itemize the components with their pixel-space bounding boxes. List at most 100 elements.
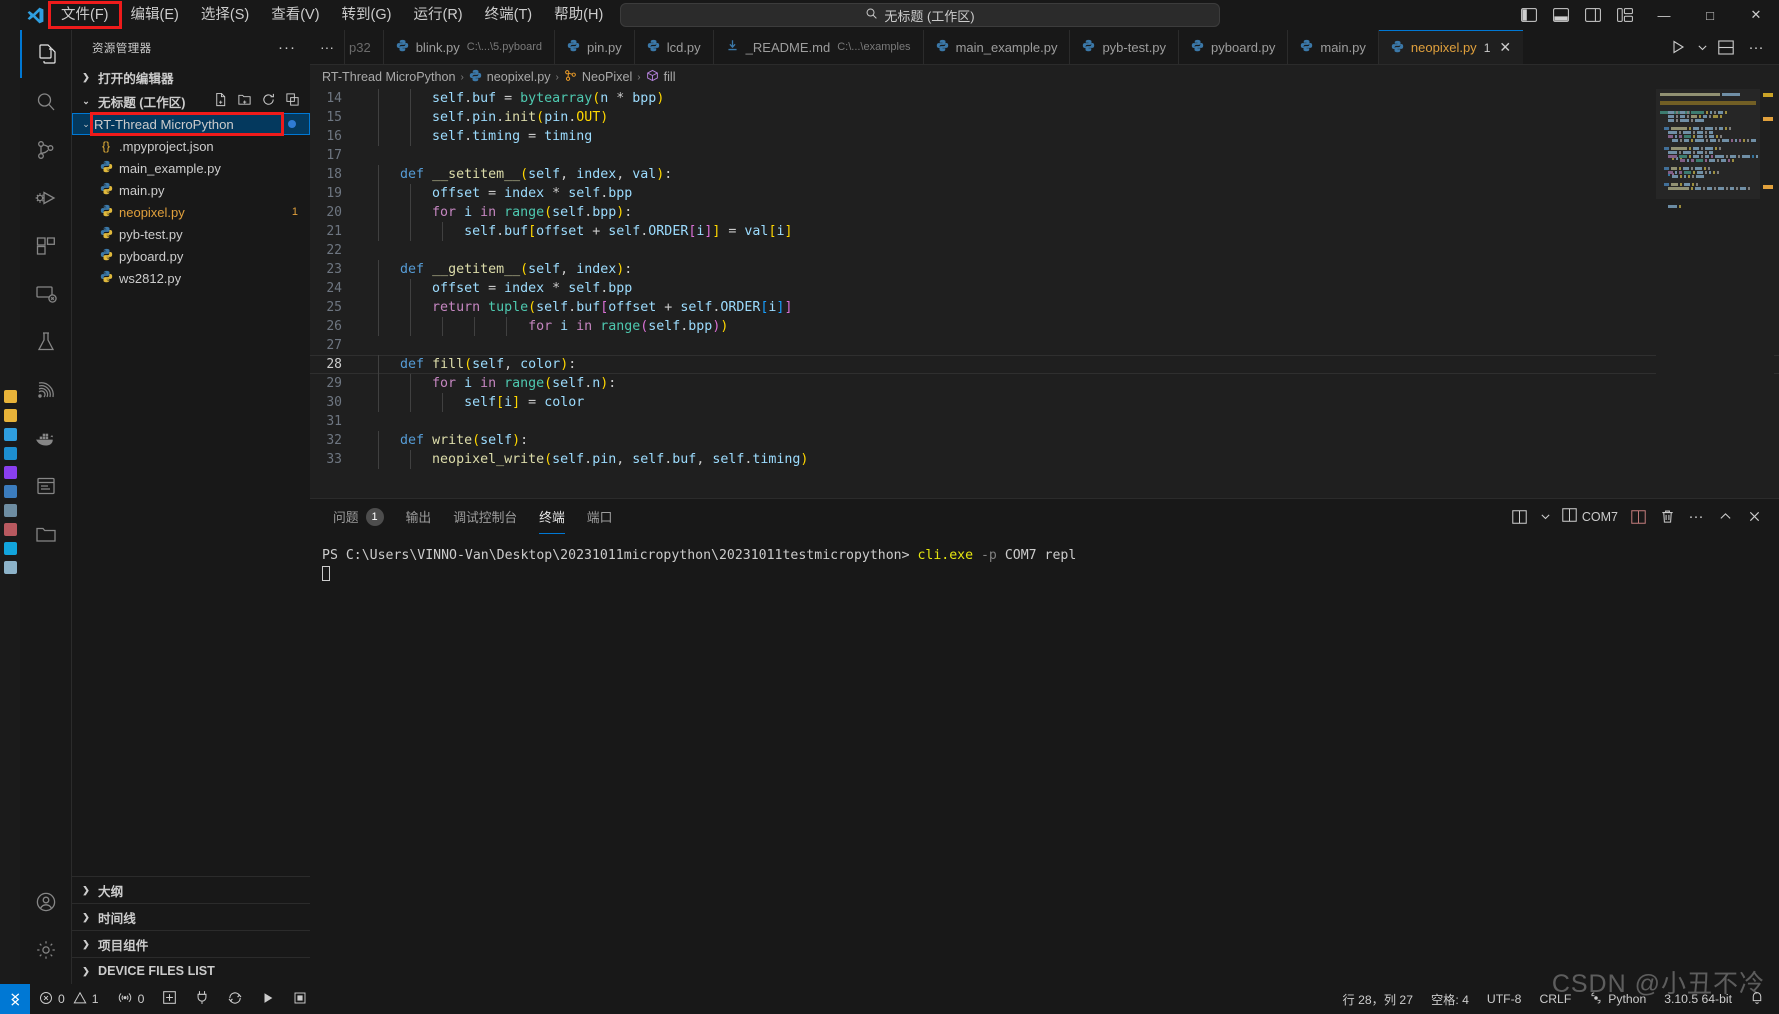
- breadcrumb-item-method[interactable]: fill: [646, 69, 676, 85]
- close-panel-icon[interactable]: [1741, 503, 1767, 531]
- panel-tab-ports[interactable]: 端口: [576, 499, 624, 534]
- tree-item-main-example-py[interactable]: main_example.py: [72, 157, 310, 179]
- activitybar-item-accounts[interactable]: [20, 878, 72, 926]
- close-icon[interactable]: ✕: [1499, 39, 1511, 56]
- code-line[interactable]: 25 return tuple(self.buf[offset + self.O…: [310, 298, 1779, 317]
- sidebar-section-project-components[interactable]: ❯ 项目组件: [72, 930, 310, 957]
- activitybar-item-extensions[interactable]: [20, 222, 72, 270]
- status-cursor-position[interactable]: 行 28，列 27: [1334, 984, 1422, 1014]
- code-line[interactable]: 16 self.timing = timing: [310, 127, 1779, 146]
- code-line[interactable]: 19 offset = index * self.bpp: [310, 184, 1779, 203]
- panel-tab-debug-console[interactable]: 调试控制台: [442, 499, 528, 534]
- editor-tab-pyb-test-py[interactable]: pyb-test.py: [1070, 30, 1180, 64]
- activitybar-item-remote-explorer[interactable]: [20, 270, 72, 318]
- minimap[interactable]: [1656, 89, 1760, 557]
- status-bar[interactable]: 0 1 0 行 28，列 27 空格: 4 UTF-8 CRLF Python …: [0, 984, 1779, 1014]
- code-line[interactable]: 24 offset = index * self.bpp: [310, 279, 1779, 298]
- sidebar-section-workspace[interactable]: ⌄ 无标题 (工作区): [72, 89, 310, 113]
- editor-tab-main-py[interactable]: main.py: [1288, 30, 1379, 64]
- terminal-tab-com7[interactable]: COM7: [1558, 503, 1622, 531]
- code-line[interactable]: 27: [310, 336, 1779, 355]
- command-center-search[interactable]: 无标题 (工作区): [620, 3, 1220, 27]
- status-python-interpreter[interactable]: 3.10.5 64-bit: [1655, 984, 1741, 1014]
- close-window-button[interactable]: ✕: [1733, 0, 1779, 30]
- activitybar-item-explorer[interactable]: [19, 30, 72, 78]
- tabs-more-icon[interactable]: ···: [310, 30, 345, 64]
- run-python-file-icon[interactable]: [1665, 30, 1691, 64]
- status-encoding[interactable]: UTF-8: [1478, 984, 1531, 1014]
- breadcrumb-item-class[interactable]: NeoPixel: [564, 69, 632, 85]
- panel-more-icon[interactable]: ···: [1683, 503, 1709, 531]
- activitybar-item-testing[interactable]: [20, 318, 72, 366]
- panel-tab-terminal[interactable]: 终端: [528, 499, 576, 534]
- menu-item-help[interactable]: 帮助(H): [543, 3, 614, 27]
- breadcrumb-item-folder[interactable]: RT-Thread MicroPython: [322, 70, 455, 84]
- status-run[interactable]: [252, 984, 284, 1014]
- ellipsis-icon[interactable]: ···: [278, 39, 296, 56]
- editor-actions[interactable]: ···: [1655, 30, 1779, 64]
- code-line[interactable]: 28 def fill(self, color):: [310, 355, 1779, 374]
- split-terminal-icon[interactable]: [1507, 503, 1533, 531]
- editor-tab-pin-py[interactable]: pin.py: [555, 30, 635, 64]
- menu-item-file[interactable]: 文件(F): [48, 1, 122, 29]
- code-line[interactable]: 29 for i in range(self.n):: [310, 374, 1779, 393]
- panel-tab-problems[interactable]: 问题 1: [322, 499, 395, 534]
- launch-profile-chevron-down-icon[interactable]: [1536, 503, 1555, 531]
- overview-ruler[interactable]: [1760, 89, 1774, 557]
- activitybar-item-docker[interactable]: [20, 414, 72, 462]
- new-folder-icon[interactable]: [237, 92, 252, 110]
- editor-tab-neopixel-py[interactable]: neopixel.py 1 ✕: [1378, 30, 1524, 64]
- code-line[interactable]: 33 neopixel_write(self.pin, self.buf, se…: [310, 450, 1779, 469]
- code-editor[interactable]: 14 self.buf = bytearray(n * bpp) 15 self.…: [310, 89, 1779, 557]
- code-line[interactable]: 31: [310, 412, 1779, 431]
- toggle-secondary-sidebar-icon[interactable]: [1577, 0, 1609, 30]
- terminal-content[interactable]: PS C:\Users\VINNO-Van\Desktop\20231011mi…: [310, 534, 1779, 586]
- activity-bar[interactable]: [19, 30, 72, 984]
- toggle-panel-icon[interactable]: [1545, 0, 1577, 30]
- status-sync[interactable]: [218, 984, 252, 1014]
- tree-item-pyb-test-py[interactable]: pyb-test.py: [72, 223, 310, 245]
- breadcrumb[interactable]: RT-Thread MicroPython › neopixel.py › Ne…: [310, 65, 1779, 89]
- editor-tab-lcd-py[interactable]: lcd.py: [634, 30, 714, 64]
- status-indentation[interactable]: 空格: 4: [1422, 984, 1478, 1014]
- sidebar-section-outline[interactable]: ❯ 大纲: [72, 876, 310, 903]
- tree-item-main-py[interactable]: main.py: [72, 179, 310, 201]
- remote-indicator-icon[interactable]: [0, 984, 30, 1014]
- chevron-down-icon[interactable]: [1695, 30, 1709, 64]
- activitybar-item-file-browser[interactable]: [20, 510, 72, 558]
- window-controls[interactable]: — □ ✕: [1513, 0, 1779, 30]
- code-line[interactable]: 23 def __getitem__(self, index):: [310, 260, 1779, 279]
- editor-tab-bar[interactable]: ··· p32 blink.py C:\...\5.pyboard pin.py…: [310, 30, 1779, 65]
- minimap-slider[interactable]: [1656, 89, 1760, 199]
- tree-item-neopixel-py[interactable]: neopixel.py 1: [72, 201, 310, 223]
- new-file-icon[interactable]: [213, 92, 228, 110]
- menu-item-selection[interactable]: 选择(S): [190, 3, 260, 27]
- status-build[interactable]: [153, 984, 186, 1014]
- toggle-primary-sidebar-icon[interactable]: [1513, 0, 1545, 30]
- editor-tab-blink-py[interactable]: blink.py C:\...\5.pyboard: [383, 30, 555, 64]
- editor-tab-main-example-py[interactable]: main_example.py: [923, 30, 1071, 64]
- split-editor-icon[interactable]: [1713, 30, 1739, 64]
- tree-item-ws2812-py[interactable]: ws2812.py: [72, 267, 310, 289]
- activitybar-item-source-control[interactable]: [20, 126, 72, 174]
- activitybar-item-rt-thread[interactable]: [20, 366, 72, 414]
- refresh-icon[interactable]: [261, 92, 276, 110]
- split-terminal-icon-2[interactable]: [1625, 503, 1651, 531]
- code-lines[interactable]: 14 self.buf = bytearray(n * bpp) 15 self.…: [310, 89, 1779, 469]
- tree-item-pyboard-py[interactable]: pyboard.py: [72, 245, 310, 267]
- code-line[interactable]: 32 def write(self):: [310, 431, 1779, 450]
- status-right-items[interactable]: 行 28，列 27 空格: 4 UTF-8 CRLF Python 3.10.5…: [1334, 984, 1779, 1014]
- collapse-all-icon[interactable]: [285, 92, 300, 110]
- panel-tab-output[interactable]: 输出: [395, 499, 443, 534]
- code-line[interactable]: 18 def __setitem__(self, index, val):: [310, 165, 1779, 184]
- activitybar-item-notebook[interactable]: [20, 462, 72, 510]
- breadcrumb-item-file[interactable]: neopixel.py: [469, 69, 551, 85]
- tree-item-rt-thread-micropython[interactable]: ⌄ RT-Thread MicroPython: [72, 112, 310, 136]
- code-line[interactable]: 21 self.buf[offset + self.ORDER[i]] = va…: [310, 222, 1779, 241]
- sidebar-section-device-files-list[interactable]: ❯ DEVICE FILES LIST: [72, 957, 310, 984]
- code-line[interactable]: 26 for i in range(self.bpp)): [310, 317, 1779, 336]
- maximize-panel-chevron-up-icon[interactable]: [1712, 503, 1738, 531]
- menu-item-run[interactable]: 运行(R): [402, 3, 473, 27]
- status-stop[interactable]: [284, 984, 316, 1014]
- tree-item-mpyproject-json[interactable]: {} .mpyproject.json: [72, 135, 310, 157]
